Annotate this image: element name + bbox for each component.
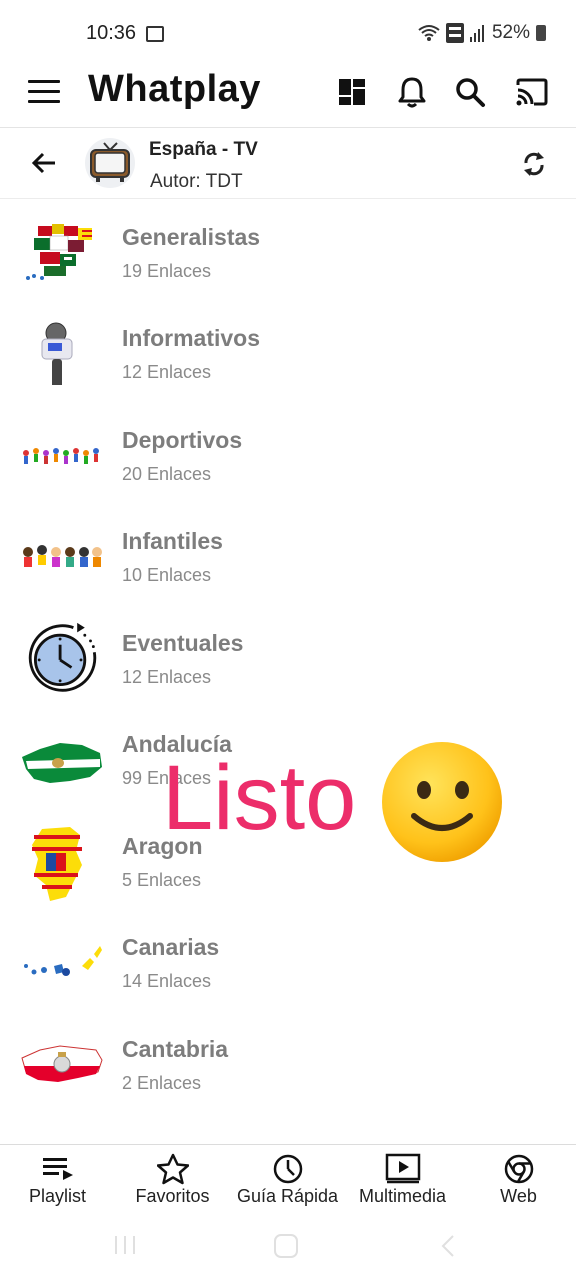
status-indicators: 52% <box>418 22 546 44</box>
list-item-partial[interactable] <box>0 1113 576 1144</box>
app-title: Whatplay <box>88 68 261 110</box>
vowifi-icon <box>445 23 464 43</box>
playlist-header: España - TV Autor: TDT <box>0 129 576 199</box>
clock-icon <box>273 1154 302 1184</box>
video-icon <box>385 1153 420 1184</box>
region-map-icon <box>20 1133 104 1144</box>
chrome-icon <box>504 1154 533 1184</box>
bottom-navigation: Playlist Favoritos Guía Rápida Multimedi… <box>0 1144 576 1220</box>
canarias-map-icon <box>24 946 102 976</box>
back-arrow-icon[interactable] <box>30 149 58 177</box>
slightly-smiling-face-icon <box>382 742 502 862</box>
refresh-icon[interactable] <box>520 149 548 179</box>
back-nav-icon[interactable] <box>438 1234 458 1258</box>
list-item-canarias[interactable]: Canarias 14 Enlaces <box>0 910 576 1010</box>
item-link-count: 12 Enlaces <box>122 362 212 382</box>
list-item-deportivos[interactable]: Deportivos 20 Enlaces <box>0 403 576 503</box>
item-title: Canarias <box>122 934 220 960</box>
sports-figures-icon <box>23 448 99 464</box>
cantabria-map-icon <box>21 1045 103 1082</box>
gallery-notification-icon <box>146 26 164 42</box>
aragon-map-icon <box>32 827 82 901</box>
playlist-author: Autor: TDT <box>150 171 243 192</box>
item-link-count: 12 Enlaces <box>122 667 212 687</box>
andalucia-map-icon <box>22 743 102 783</box>
nav-label: Favoritos <box>135 1186 210 1206</box>
item-title: Informativos <box>122 325 261 351</box>
nav-label: Playlist <box>28 1186 86 1206</box>
item-link-count: 2 Enlaces <box>122 1073 202 1093</box>
bell-icon[interactable] <box>394 74 430 110</box>
item-title: Eventuales <box>122 630 244 656</box>
playlist-icon <box>42 1158 73 1180</box>
menu-icon[interactable] <box>28 80 60 106</box>
battery-percent: 52% <box>491 22 530 43</box>
search-icon[interactable] <box>452 74 488 110</box>
item-title: Generalistas <box>122 224 261 250</box>
item-link-count: 10 Enlaces <box>122 565 212 585</box>
battery-icon <box>536 25 546 41</box>
nav-favoritos[interactable]: Favoritos <box>115 1145 230 1221</box>
item-title: Deportivos <box>122 427 243 453</box>
list-item-informativos[interactable]: Informativos 12 Enlaces <box>0 301 576 401</box>
nav-web[interactable]: Web <box>461 1145 576 1221</box>
list-item-generalistas[interactable]: Generalistas 19 Enlaces <box>0 200 576 300</box>
clock-icon <box>28 622 97 692</box>
app-bar: Whatplay <box>0 60 576 128</box>
list-item-infantiles[interactable]: Infantiles 10 Enlaces <box>0 504 576 604</box>
cast-icon[interactable] <box>514 74 550 110</box>
dashboard-icon[interactable] <box>334 74 370 110</box>
nav-label: Web <box>500 1186 537 1206</box>
item-title: Infantiles <box>122 528 223 554</box>
nav-playlist[interactable]: Playlist <box>0 1145 115 1221</box>
children-figures-icon <box>23 545 102 567</box>
playlist-name: España - TV <box>149 139 258 160</box>
microphone-icon <box>41 322 73 385</box>
status-bar: 10:36 52% <box>0 0 576 60</box>
item-link-count: 20 Enlaces <box>122 464 212 484</box>
system-navigation-bar <box>0 1220 576 1280</box>
recents-icon[interactable] <box>112 1234 138 1256</box>
list-item-eventuales[interactable]: Eventuales 12 Enlaces <box>0 606 576 706</box>
overlay-text: Listo <box>162 747 357 849</box>
list-item-cantabria[interactable]: Cantabria 2 Enlaces <box>0 1012 576 1112</box>
category-list: Generalistas 19 Enlaces Informativos 12 … <box>0 200 576 1144</box>
nav-label: Multimedia <box>358 1186 447 1206</box>
nav-label: Guía Rápida <box>236 1186 339 1206</box>
signal-icon <box>469 25 484 42</box>
tv-icon <box>85 138 135 188</box>
home-icon[interactable] <box>273 1233 299 1259</box>
nav-multimedia[interactable]: Multimedia <box>345 1145 460 1221</box>
wifi-icon <box>418 25 440 41</box>
status-time: 10:36 <box>86 22 137 44</box>
nav-guia-rapida[interactable]: Guía Rápida <box>230 1145 345 1221</box>
item-link-count: 19 Enlaces <box>122 261 212 281</box>
star-icon <box>156 1153 189 1185</box>
spain-regions-flags-icon <box>26 224 92 280</box>
item-link-count: 5 Enlaces <box>122 870 202 890</box>
item-title: Cantabria <box>122 1036 229 1062</box>
item-link-count: 14 Enlaces <box>122 971 212 991</box>
